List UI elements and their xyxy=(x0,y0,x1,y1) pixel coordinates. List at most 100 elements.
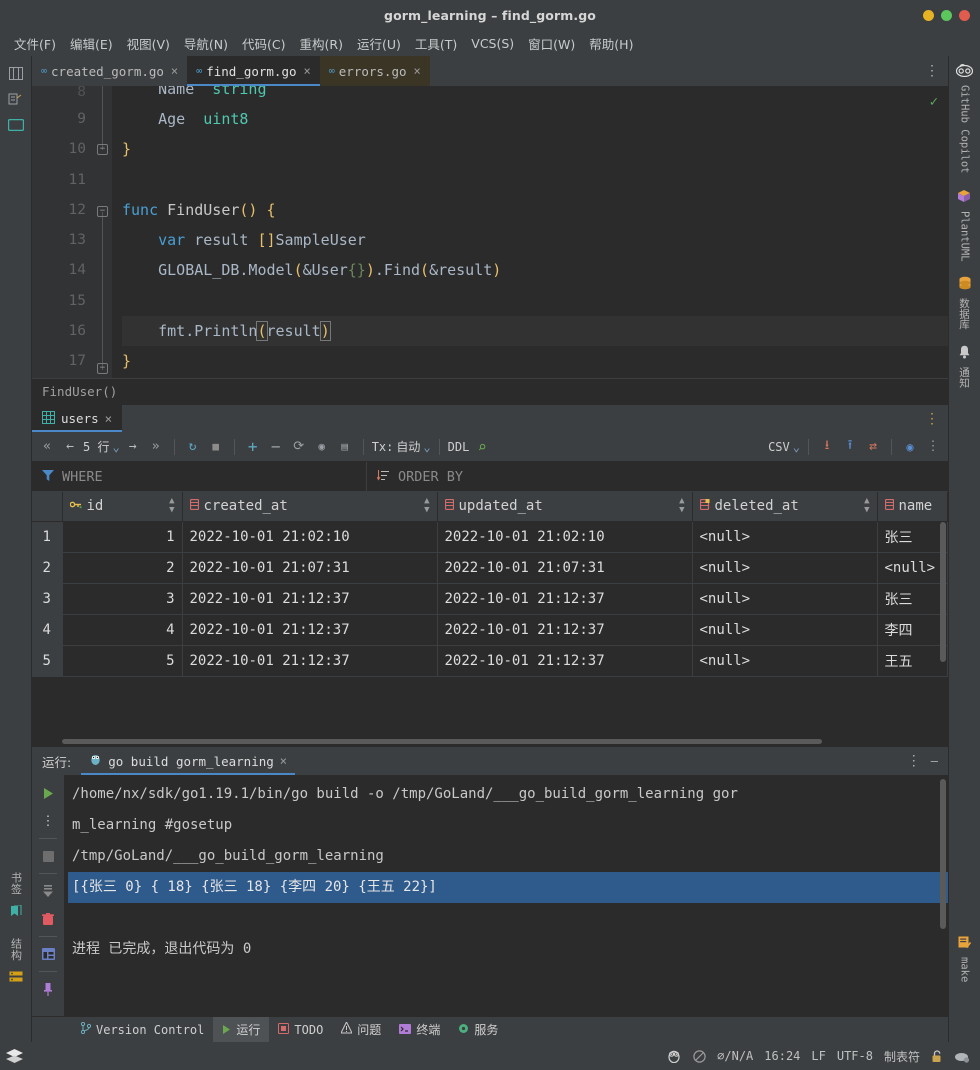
stop-icon[interactable] xyxy=(37,845,59,867)
column-header-created-at[interactable]: created_at ▲ ▼ xyxy=(182,492,438,522)
cloud-icon[interactable] xyxy=(954,1050,970,1063)
tool-button-problems[interactable]: 问题 xyxy=(332,1017,390,1042)
tab-close-icon[interactable]: × xyxy=(304,64,311,78)
table-row[interactable]: 4 4 2022-10-01 21:12:37 2022-10-01 21:12… xyxy=(32,614,948,646)
column-header-deleted-at[interactable]: deleted_at ▲ ▼ xyxy=(692,492,878,522)
cell-deleted-at[interactable]: <null> xyxy=(692,645,878,677)
cell-created-at[interactable]: 2022-10-01 21:12:37 xyxy=(182,614,438,646)
column-header-updated-at[interactable]: updated_at ▲ ▼ xyxy=(437,492,693,522)
file-encoding[interactable]: UTF-8 xyxy=(837,1049,873,1063)
cell-name[interactable]: 王五 xyxy=(877,645,948,677)
minimize-button[interactable] xyxy=(923,9,934,21)
cell-id[interactable]: 1 xyxy=(62,521,183,553)
menu-window[interactable]: 窗口(W) xyxy=(522,32,581,55)
sort-toggle-icon[interactable]: ▲ ▼ xyxy=(169,497,174,515)
console-scrollbar[interactable] xyxy=(940,779,946,929)
tab-close-icon[interactable]: × xyxy=(414,64,421,78)
menu-help[interactable]: 帮助(H) xyxy=(583,32,639,55)
menu-refactor[interactable]: 重构(R) xyxy=(294,32,349,55)
run-config-close-icon[interactable]: × xyxy=(280,754,287,768)
code-content[interactable]: Name string Age uint8 } func FindUser() … xyxy=(112,86,948,378)
cell-deleted-at[interactable]: <null> xyxy=(692,583,878,615)
row-number[interactable]: 1 xyxy=(32,521,63,553)
db-panel-more-icon[interactable]: ⋮ xyxy=(916,405,948,432)
cell-name[interactable]: 李四 xyxy=(877,614,948,646)
right-item-plantuml[interactable]: PlantUML xyxy=(957,188,972,261)
table-row[interactable]: 1 1 2022-10-01 21:02:10 2022-10-01 21:02… xyxy=(32,521,948,553)
import-upload-icon[interactable]: ⭱ xyxy=(840,437,860,457)
menu-edit[interactable]: 编辑(E) xyxy=(64,32,119,55)
stop-button[interactable]: ■ xyxy=(206,437,226,457)
order-by-input[interactable]: ORDER BY xyxy=(367,462,473,491)
grid-horizontal-scrollbar[interactable] xyxy=(32,737,948,746)
cell-name[interactable]: <null> xyxy=(877,552,948,584)
menu-file[interactable]: 文件(F) xyxy=(8,32,62,55)
result-grid[interactable]: id ▲ ▼ created_at ▲ ▼ updated_at ▲ ▼ del… xyxy=(32,492,948,737)
cell-name[interactable]: 张三 xyxy=(877,521,948,553)
fold-gutter[interactable]: − − − xyxy=(94,86,112,378)
pin-icon[interactable] xyxy=(37,978,59,1000)
console-output[interactable]: /home/nx/sdk/go1.19.1/bin/go build -o /t… xyxy=(64,775,948,1016)
row-number[interactable]: 3 xyxy=(32,583,63,615)
fold-collapse-icon[interactable]: − xyxy=(97,144,108,155)
menu-run[interactable]: 运行(U) xyxy=(351,32,407,55)
cell-created-at[interactable]: 2022-10-01 21:02:10 xyxy=(182,521,438,553)
row-number[interactable]: 4 xyxy=(32,614,63,646)
inspection-ok-icon[interactable]: ✓ xyxy=(930,94,938,110)
table-row[interactable]: 2 2 2022-10-01 21:07:31 2022-10-01 21:07… xyxy=(32,552,948,584)
line-separator[interactable]: LF xyxy=(811,1049,825,1063)
tool-button-terminal[interactable]: 终端 xyxy=(390,1017,449,1042)
commit-button[interactable]: ▤ xyxy=(335,437,355,457)
column-header-id[interactable]: id ▲ ▼ xyxy=(62,492,183,522)
terminal-icon[interactable] xyxy=(6,115,26,135)
menu-navigate[interactable]: 导航(N) xyxy=(178,32,234,55)
cell-updated-at[interactable]: 2022-10-01 21:07:31 xyxy=(437,552,693,584)
cell-created-at[interactable]: 2022-10-01 21:07:31 xyxy=(182,552,438,584)
cell-id[interactable]: 5 xyxy=(62,645,183,677)
rerun-icon[interactable] xyxy=(37,782,59,804)
more-actions-icon[interactable]: ⋮ xyxy=(37,810,59,832)
tabs-more-icon[interactable]: ⋮ xyxy=(916,56,948,86)
code-editor[interactable]: 8 9 10 11 12 13 14 15 16 17 − − − Name s… xyxy=(32,86,948,378)
cell-deleted-at[interactable]: <null> xyxy=(692,552,878,584)
sort-toggle-icon[interactable]: ▲ ▼ xyxy=(864,497,869,515)
row-number[interactable]: 2 xyxy=(32,552,63,584)
gopher-icon[interactable] xyxy=(666,1049,682,1063)
layout-icon[interactable] xyxy=(37,943,59,965)
cell-created-at[interactable]: 2022-10-01 21:12:37 xyxy=(182,645,438,677)
tool-button-todo[interactable]: TODO xyxy=(269,1017,332,1042)
where-filter-input[interactable]: WHERE xyxy=(32,462,367,491)
menu-tools[interactable]: 工具(T) xyxy=(409,32,463,55)
revert-button[interactable]: ⟳ xyxy=(289,437,309,457)
window-controls[interactable] xyxy=(923,0,970,30)
last-page-button[interactable]: » xyxy=(146,437,166,457)
export-download-icon[interactable]: ⭳ xyxy=(817,437,837,457)
cell-id[interactable]: 3 xyxy=(62,583,183,615)
search-icon[interactable]: ⌕ xyxy=(472,437,492,457)
cell-name[interactable]: 张三 xyxy=(877,583,948,615)
reload-button[interactable]: ↻ xyxy=(183,437,203,457)
no-access-icon[interactable] xyxy=(693,1049,706,1063)
cell-deleted-at[interactable]: <null> xyxy=(692,614,878,646)
column-header-name[interactable]: name xyxy=(877,492,948,522)
tool-button-version-control[interactable]: Version Control xyxy=(72,1017,213,1042)
prev-page-button[interactable]: ← xyxy=(60,437,80,457)
menu-code[interactable]: 代码(C) xyxy=(236,32,291,55)
cell-updated-at[interactable]: 2022-10-01 21:12:37 xyxy=(437,645,693,677)
row-count-selector[interactable]: 5 行 ⌄ xyxy=(83,438,120,455)
grid-options-icon[interactable]: ⋮ xyxy=(923,437,943,457)
cell-updated-at[interactable]: 2022-10-01 21:12:37 xyxy=(437,583,693,615)
run-panel-more-icon[interactable]: ⋮ xyxy=(907,753,921,769)
tab-close-icon[interactable]: × xyxy=(171,64,178,78)
add-row-button[interactable]: + xyxy=(243,437,263,457)
compare-data-icon[interactable]: ⇄ xyxy=(863,437,883,457)
cell-id[interactable]: 4 xyxy=(62,614,183,646)
tool-button-services[interactable]: 服务 xyxy=(449,1017,507,1042)
structure-icon[interactable] xyxy=(6,967,26,987)
tab-errors-go[interactable]: ∞ errors.go × xyxy=(319,56,430,86)
delete-row-button[interactable]: − xyxy=(266,437,286,457)
scroll-to-end-icon[interactable] xyxy=(37,880,59,902)
table-row[interactable]: 5 5 2022-10-01 21:12:37 2022-10-01 21:12… xyxy=(32,645,948,677)
cell-updated-at[interactable]: 2022-10-01 21:02:10 xyxy=(437,521,693,553)
sort-toggle-icon[interactable]: ▲ ▼ xyxy=(424,497,429,515)
